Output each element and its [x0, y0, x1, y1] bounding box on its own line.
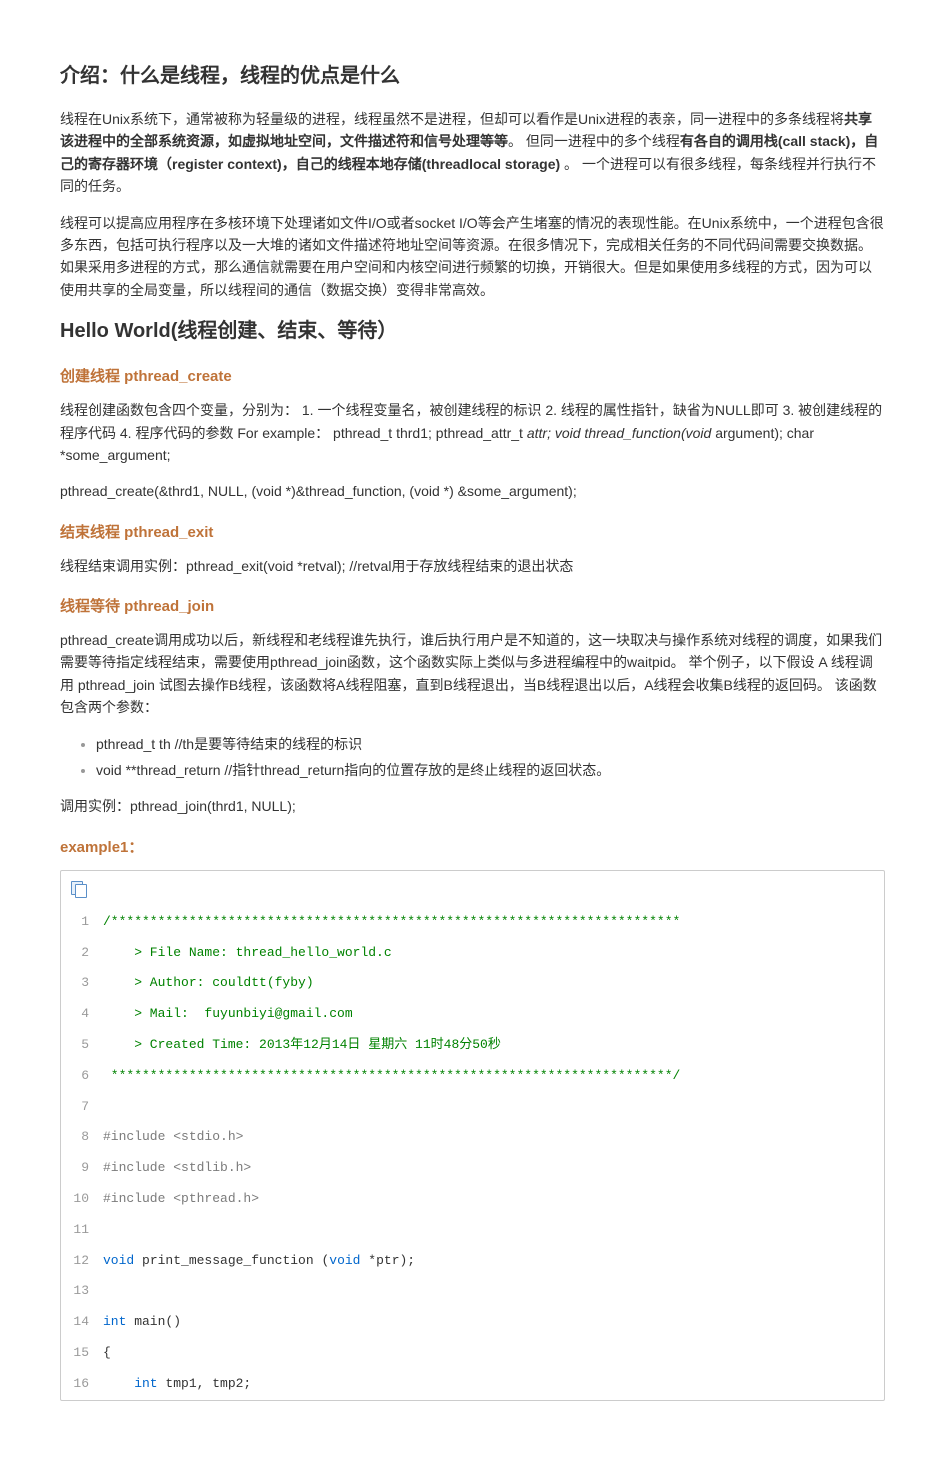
code-toolbar — [61, 871, 884, 907]
code-text: int — [103, 1314, 126, 1329]
line-number: 16 — [61, 1369, 97, 1400]
copy-icon[interactable] — [71, 881, 87, 897]
join-params-list: pthread_t th //th是要等待结束的线程的标识 void **thr… — [60, 733, 885, 782]
code-text: void — [329, 1253, 360, 1268]
code-text: > Created Time: 2013年12月14日 星期六 11时48分50… — [103, 1037, 501, 1052]
code-block-example1: 1 /**************************************… — [60, 870, 885, 1401]
line-number: 10 — [61, 1184, 97, 1215]
subheading-create: 创建线程 pthread_create — [60, 365, 885, 389]
line-number: 3 — [61, 968, 97, 999]
line-number: 1 — [61, 907, 97, 938]
text-italic: attr; void thread_function(void — [527, 425, 715, 441]
code-text: > Mail: fuyunbiyi@gmail.com — [103, 1006, 353, 1021]
code-text: *ptr); — [360, 1253, 415, 1268]
paragraph-intro-1: 线程在Unix系统下，通常被称为轻量级的进程，线程虽然不是进程，但却可以看作是U… — [60, 108, 885, 198]
heading-hello-world: Hello World(线程创建、结束、等待） — [60, 315, 885, 347]
code-text: ****************************************… — [103, 1068, 680, 1083]
document-page: 介绍：什么是线程，线程的优点是什么 线程在Unix系统下，通常被称为轻量级的进程… — [0, 0, 945, 1461]
line-number: 11 — [61, 1215, 97, 1246]
code-text: void — [103, 1253, 134, 1268]
code-text: { — [103, 1345, 111, 1360]
code-text: > File Name: thread_hello_world.c — [103, 945, 392, 960]
code-text: main() — [126, 1314, 181, 1329]
paragraph-exit-1: 线程结束调用实例：pthread_exit(void *retval); //r… — [60, 555, 885, 577]
paragraph-join-2: 调用实例：pthread_join(thrd1, NULL); — [60, 795, 885, 817]
line-number: 9 — [61, 1153, 97, 1184]
paragraph-join-1: pthread_create调用成功以后，新线程和老线程谁先执行，谁后执行用户是… — [60, 629, 885, 719]
line-number: 15 — [61, 1338, 97, 1369]
code-text: #include <stdlib.h> — [103, 1160, 251, 1175]
subheading-example1: example1： — [60, 836, 885, 860]
code-text: print_message_function ( — [134, 1253, 329, 1268]
line-number: 12 — [61, 1246, 97, 1277]
code-text: #include <pthread.h> — [103, 1191, 259, 1206]
code-text: int — [103, 1376, 158, 1391]
paragraph-create-1: 线程创建函数包含四个变量，分别为： 1. 一个线程变量名，被创建线程的标识 2.… — [60, 399, 885, 466]
code-text: /***************************************… — [103, 914, 680, 929]
paragraph-intro-2: 线程可以提高应用程序在多核环境下处理诸如文件I/O或者socket I/O等会产… — [60, 212, 885, 302]
line-number: 5 — [61, 1030, 97, 1061]
text: 。 但同一进程中的多个线程 — [508, 133, 680, 149]
line-number: 8 — [61, 1122, 97, 1153]
line-number: 13 — [61, 1276, 97, 1307]
heading-intro: 介绍：什么是线程，线程的优点是什么 — [60, 60, 885, 92]
text: 线程在Unix系统下，通常被称为轻量级的进程，线程虽然不是进程，但却可以看作是U… — [60, 111, 844, 127]
subheading-join: 线程等待 pthread_join — [60, 595, 885, 619]
list-item: pthread_t th //th是要等待结束的线程的标识 — [96, 733, 885, 755]
line-number: 6 — [61, 1061, 97, 1092]
paragraph-create-2: pthread_create(&thrd1, NULL, (void *)&th… — [60, 480, 885, 502]
code-text: > Author: couldtt(fyby) — [103, 975, 314, 990]
list-item: void **thread_return //指针thread_return指向… — [96, 759, 885, 781]
code-text: tmp1, tmp2; — [158, 1376, 252, 1391]
subheading-exit: 结束线程 pthread_exit — [60, 521, 885, 545]
line-number: 14 — [61, 1307, 97, 1338]
line-number: 7 — [61, 1092, 97, 1123]
code-lines: 1 /**************************************… — [61, 907, 884, 1400]
line-number: 4 — [61, 999, 97, 1030]
line-number: 2 — [61, 938, 97, 969]
code-text: #include <stdio.h> — [103, 1129, 243, 1144]
